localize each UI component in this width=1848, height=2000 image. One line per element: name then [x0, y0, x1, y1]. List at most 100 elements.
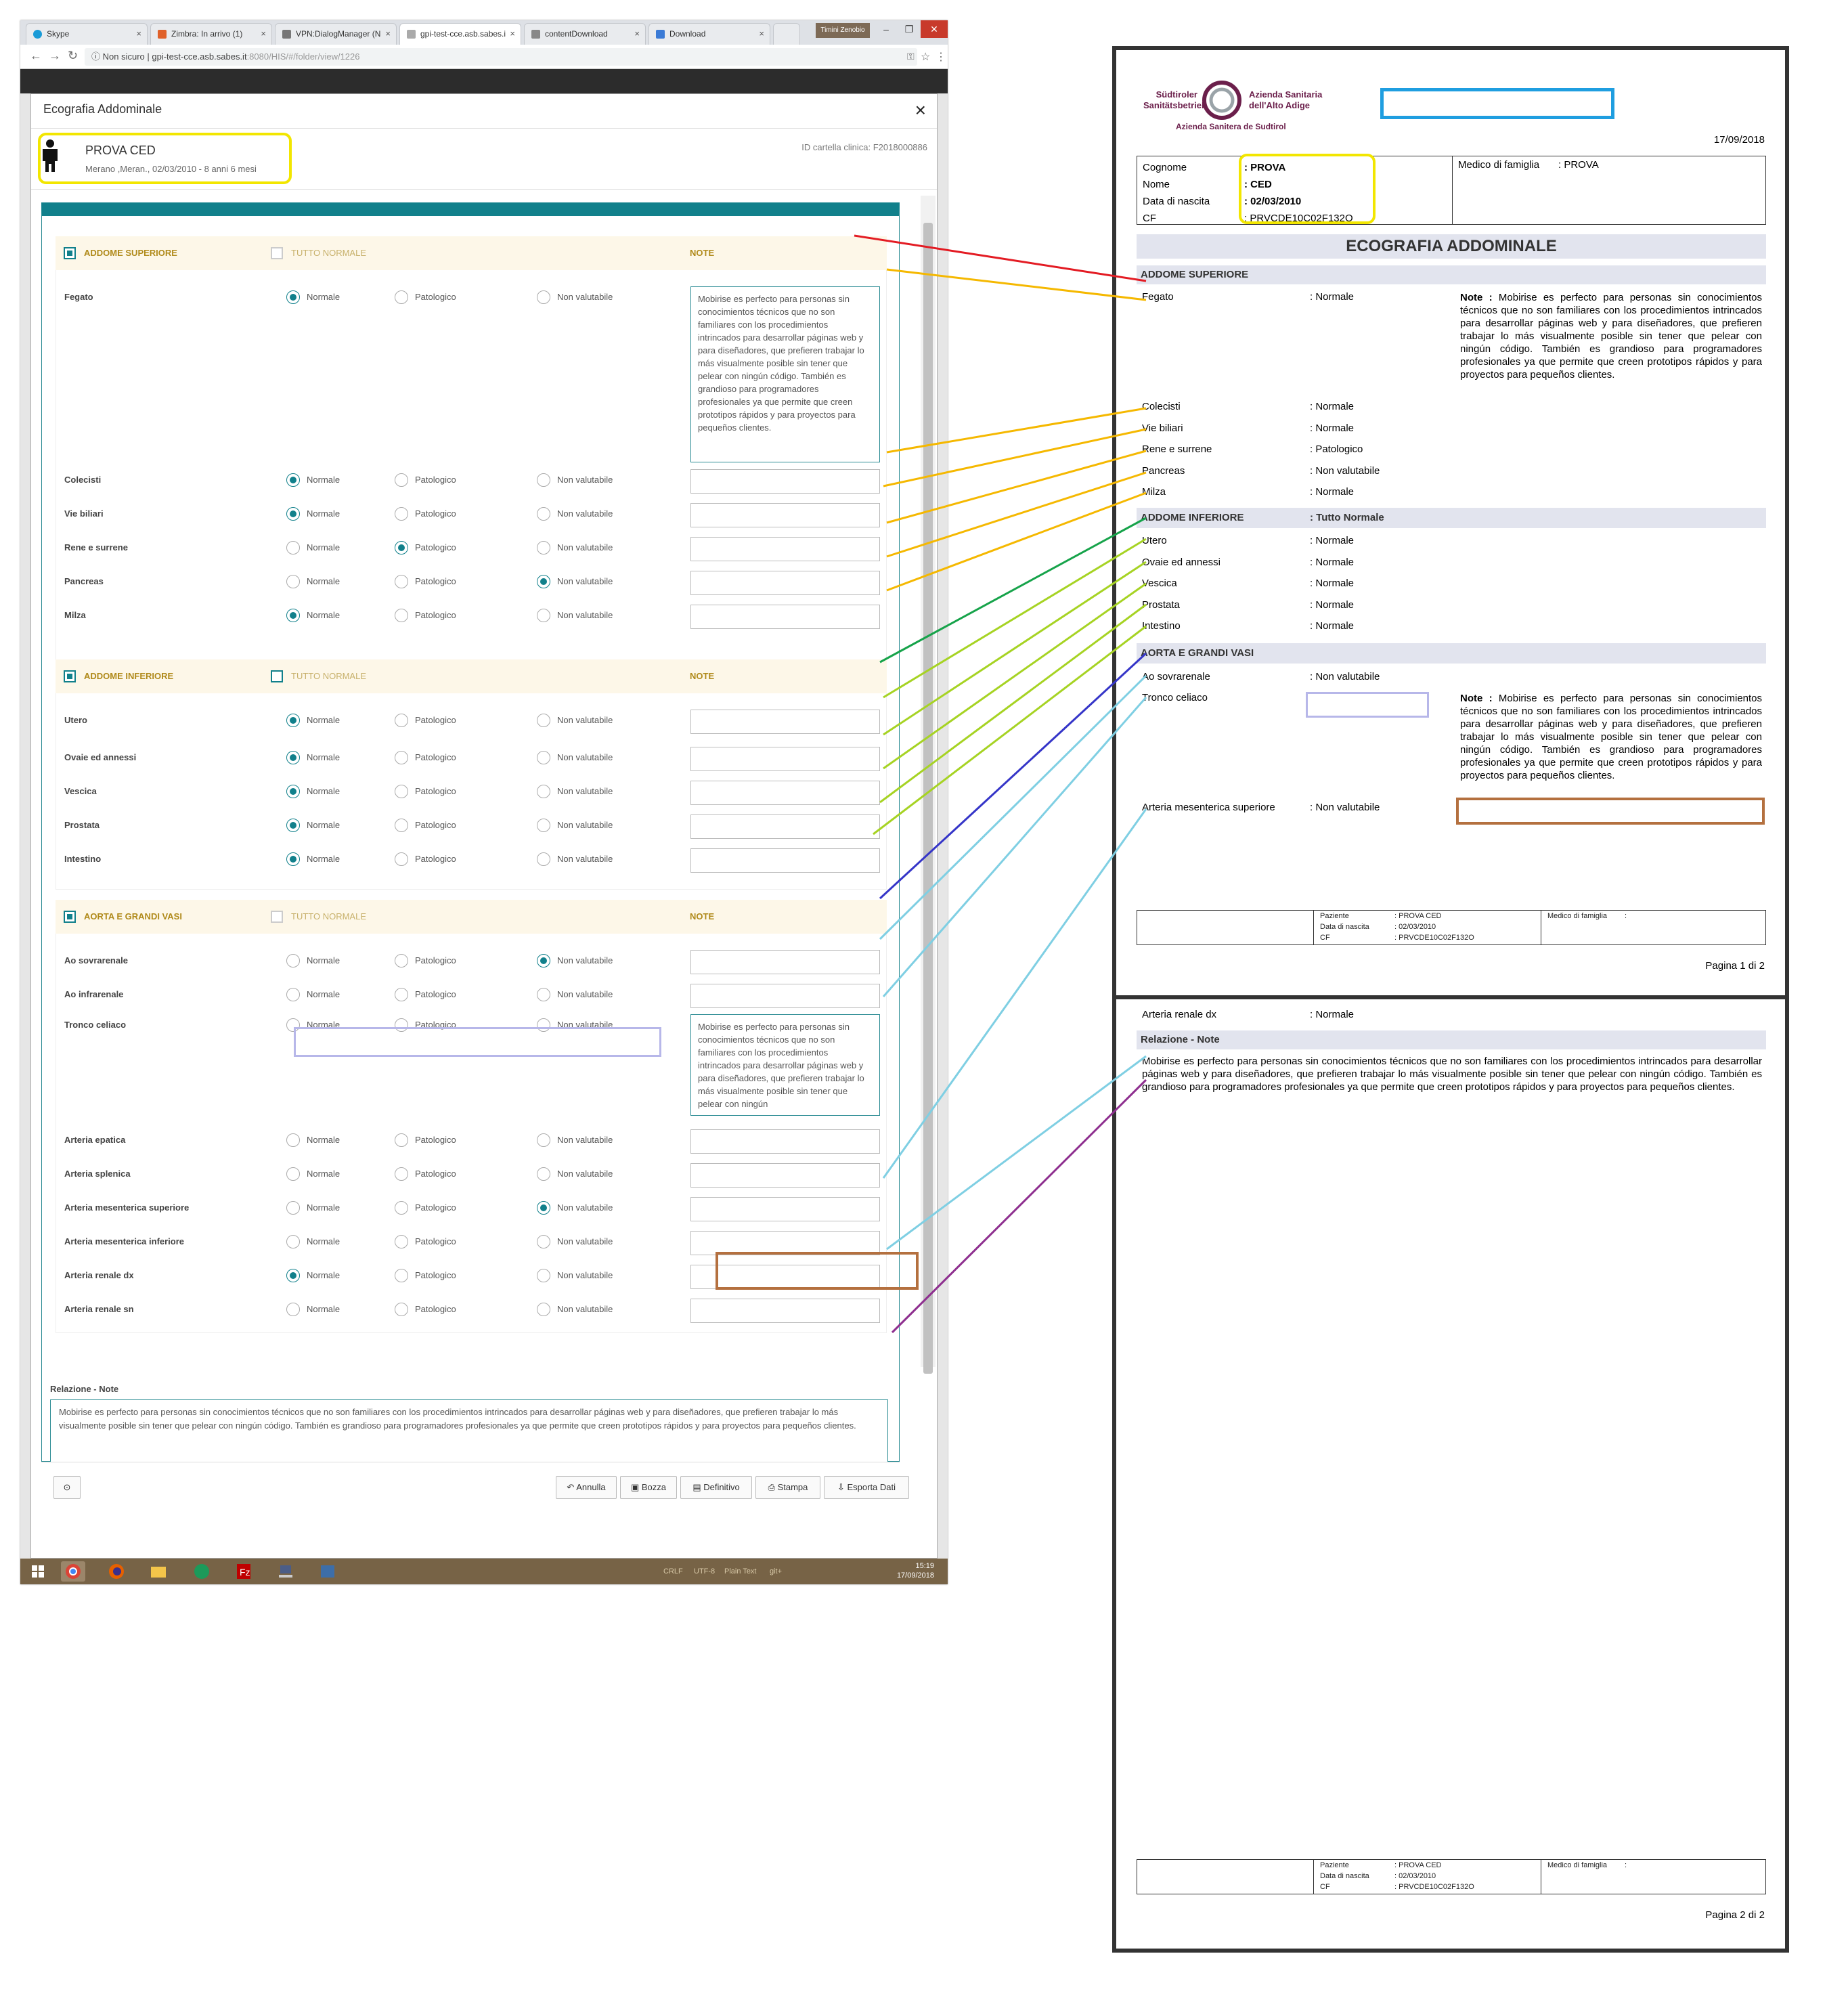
tab-zimbra[interactable]: Zimbra: In arrivo (1) ×	[150, 23, 272, 45]
url-input[interactable]: ⓘ Non sicuro | gpi-test-cce.asb.sabes.it…	[85, 48, 917, 66]
note-textarea[interactable]	[690, 571, 880, 595]
radio-patologico[interactable]	[395, 1201, 408, 1215]
scrollbar[interactable]	[921, 196, 936, 1374]
tab-skype[interactable]: Skype ×	[26, 23, 148, 45]
tab-download[interactable]: Download ×	[648, 23, 770, 45]
radio-normale[interactable]	[286, 819, 300, 832]
radio-normale[interactable]	[286, 1269, 300, 1282]
radio-normale[interactable]	[286, 785, 300, 798]
radio-patologico[interactable]	[395, 819, 408, 832]
note-textarea[interactable]	[690, 503, 880, 527]
clock[interactable]: 15:19 17/09/2018	[897, 1561, 934, 1580]
note-textarea[interactable]	[690, 537, 880, 561]
radio-non-valutabile[interactable]	[537, 1201, 550, 1215]
radio-normale[interactable]	[286, 473, 300, 487]
radio-normale[interactable]	[286, 541, 300, 555]
modal-close-button[interactable]: ×	[915, 100, 926, 121]
note-textarea[interactable]	[690, 1197, 880, 1221]
note-textarea[interactable]	[690, 848, 880, 873]
tab-gpi[interactable]: gpi-test-cce.asb.sabes.i ×	[399, 23, 521, 45]
back-icon[interactable]: ←	[30, 49, 42, 63]
radio-patologico[interactable]	[395, 1133, 408, 1147]
radio-non-valutabile[interactable]	[537, 1133, 550, 1147]
radio-normale[interactable]	[286, 1133, 300, 1147]
note-textarea[interactable]	[690, 747, 880, 771]
radio-patologico[interactable]	[395, 1303, 408, 1316]
key-icon[interactable]: ⚿	[907, 51, 915, 62]
maximize-icon[interactable]: ❐	[898, 20, 921, 38]
radio-patologico[interactable]	[395, 290, 408, 304]
tab-close-icon[interactable]: ×	[634, 24, 640, 44]
radio-normale[interactable]	[286, 609, 300, 622]
note-textarea[interactable]	[690, 710, 880, 734]
radio-non-valutabile[interactable]	[537, 507, 550, 521]
radio-patologico[interactable]	[395, 852, 408, 866]
chrome-icon[interactable]	[61, 1561, 85, 1582]
tab-close-icon[interactable]: ×	[385, 24, 391, 44]
section-checkbox[interactable]	[64, 911, 76, 923]
radio-normale[interactable]	[286, 1303, 300, 1316]
reload-icon[interactable]: ↻	[68, 49, 78, 63]
tab-close-icon[interactable]: ×	[261, 24, 266, 44]
network-icon[interactable]	[273, 1561, 298, 1582]
radio-normale[interactable]	[286, 1167, 300, 1181]
note-textarea[interactable]	[690, 1299, 880, 1323]
radio-normale[interactable]	[286, 290, 300, 304]
tab-close-icon[interactable]: ×	[759, 24, 764, 44]
definitivo-button[interactable]: ▤ Definitivo	[680, 1476, 752, 1499]
radio-normale[interactable]	[286, 954, 300, 968]
radio-normale[interactable]	[286, 988, 300, 1001]
radio-non-valutabile[interactable]	[537, 852, 550, 866]
radio-patologico[interactable]	[395, 954, 408, 968]
tab-close-icon[interactable]: ×	[136, 24, 141, 44]
radio-normale[interactable]	[286, 507, 300, 521]
section-checkbox[interactable]	[64, 670, 76, 682]
firefox-icon[interactable]	[104, 1561, 129, 1582]
radio-non-valutabile[interactable]	[537, 1167, 550, 1181]
new-tab-button[interactable]	[773, 23, 800, 45]
star-icon[interactable]: ☆	[921, 50, 930, 64]
radio-normale[interactable]	[286, 751, 300, 764]
tutto-normale-checkbox[interactable]	[271, 247, 283, 259]
note-textarea[interactable]	[690, 814, 880, 839]
tutto-normale-checkbox[interactable]	[271, 911, 283, 923]
radio-non-valutabile[interactable]	[537, 1303, 550, 1316]
tab-close-icon[interactable]: ×	[510, 24, 515, 44]
note-textarea[interactable]	[690, 1129, 880, 1154]
tab-vpn[interactable]: VPN:DialogManager (N ×	[275, 23, 397, 45]
filezilla-icon[interactable]: Fz	[232, 1561, 256, 1582]
radio-normale[interactable]	[286, 714, 300, 727]
tutto-normale-checkbox[interactable]	[271, 670, 283, 682]
radio-patologico[interactable]	[395, 575, 408, 588]
stampa-button[interactable]: ⎙ Stampa	[755, 1476, 820, 1499]
section-checkbox[interactable]	[64, 247, 76, 259]
radio-non-valutabile[interactable]	[537, 609, 550, 622]
radio-patologico[interactable]	[395, 714, 408, 727]
windows-start-icon[interactable]	[26, 1561, 53, 1582]
app-green-icon[interactable]	[190, 1561, 214, 1582]
radio-patologico[interactable]	[395, 1235, 408, 1248]
radio-patologico[interactable]	[395, 1167, 408, 1181]
note-textarea[interactable]: Mobirise es perfecto para personas sin c…	[690, 1014, 880, 1116]
radio-non-valutabile[interactable]	[537, 541, 550, 555]
radio-non-valutabile[interactable]	[537, 785, 550, 798]
history-button[interactable]: ⊙	[53, 1476, 81, 1499]
note-textarea[interactable]	[690, 1163, 880, 1188]
radio-non-valutabile[interactable]	[537, 575, 550, 588]
radio-non-valutabile[interactable]	[537, 473, 550, 487]
note-textarea[interactable]	[690, 469, 880, 494]
radio-patologico[interactable]	[395, 1269, 408, 1282]
forward-icon[interactable]: →	[49, 49, 61, 63]
radio-patologico[interactable]	[395, 751, 408, 764]
radio-normale[interactable]	[286, 575, 300, 588]
minimize-icon[interactable]: –	[875, 20, 898, 38]
esporta-button[interactable]: ⇩ Esporta Dati	[824, 1476, 909, 1499]
radio-patologico[interactable]	[395, 988, 408, 1001]
radio-non-valutabile[interactable]	[537, 751, 550, 764]
folder-icon[interactable]	[146, 1561, 171, 1582]
scroll-thumb[interactable]	[923, 223, 933, 1374]
menu-icon[interactable]: ⋮	[936, 50, 946, 64]
note-textarea[interactable]	[690, 950, 880, 974]
close-window-icon[interactable]: ✕	[921, 20, 948, 38]
radio-patologico[interactable]	[395, 541, 408, 555]
